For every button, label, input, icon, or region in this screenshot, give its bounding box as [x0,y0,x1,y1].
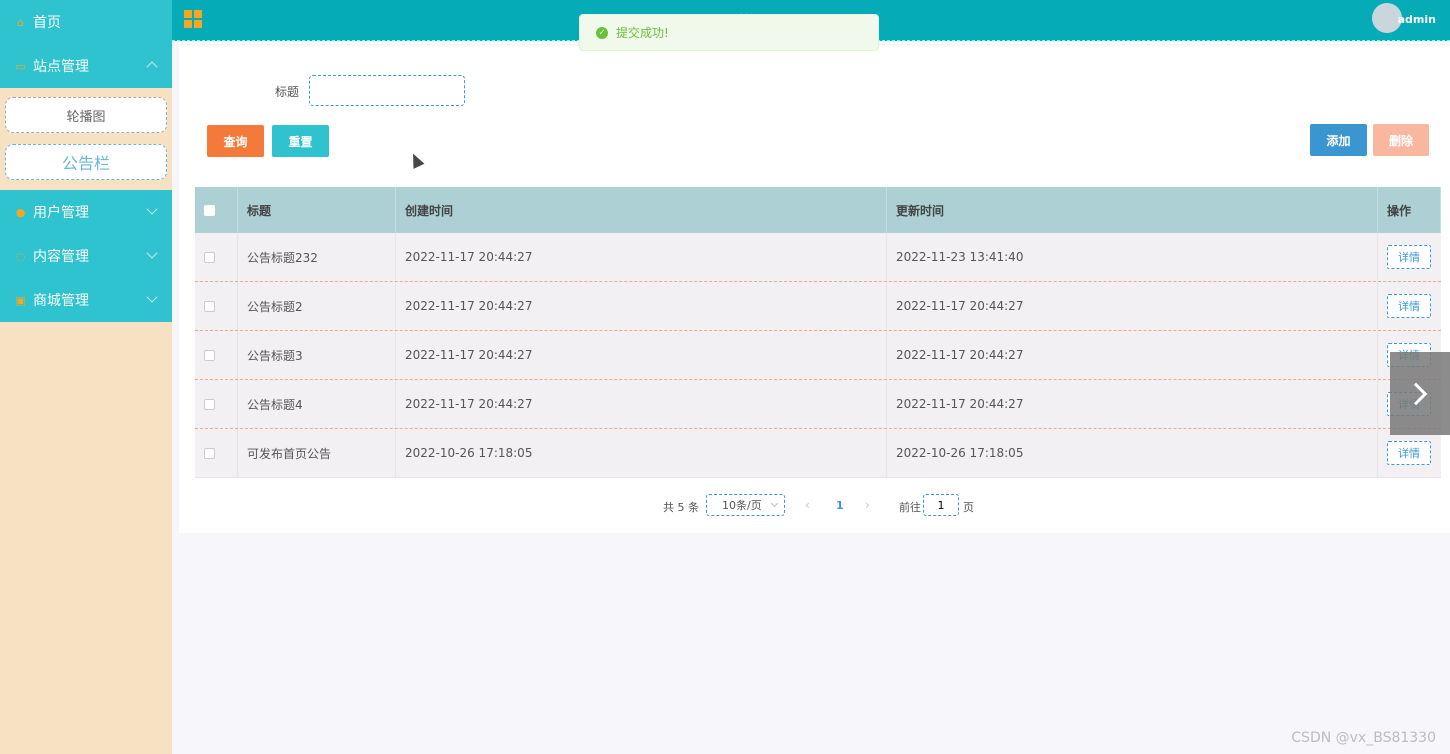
table-row: 公告标题2 2022-11-17 20:44:27 2022-11-17 20:… [195,282,1441,331]
page-size-select[interactable]: 10条/页 [706,494,785,516]
table-row: 公告标题232 2022-11-17 20:44:27 2022-11-23 1… [195,233,1441,282]
chevron-down-icon [146,203,158,215]
add-button[interactable]: 添加 [1310,124,1367,156]
table-body: 公告标题232 2022-11-17 20:44:27 2022-11-23 1… [195,233,1441,478]
submenu-item-notice-board[interactable]: 公告栏 [5,144,167,180]
cell-created: 2022-10-26 17:18:05 [396,429,887,477]
sidebar-item-site-management[interactable]: ▭ 站点管理 [0,44,172,88]
pagination: 共 5 条 10条/页 ‹ 1 › 前往 页 [179,494,1450,516]
chevron-down-icon [146,291,158,303]
prev-page-button[interactable]: ‹ [805,498,810,512]
cell-updated: 2022-11-17 20:44:27 [887,282,1378,330]
cell-created: 2022-11-17 20:44:27 [396,380,887,428]
sidebar-item-user-management[interactable]: ● 用户管理 [0,190,172,234]
watermark: CSDN @vx_BS81330 [1291,730,1436,746]
monitor-icon: ▭ [15,59,26,73]
sidebar-item-content-management[interactable]: ◌ 内容管理 [0,234,172,278]
row-checkbox[interactable] [204,447,215,459]
cell-created: 2022-11-17 20:44:27 [396,233,887,281]
cell-title: 公告标题4 [238,380,396,428]
sidebar-item-label: 站点管理 [33,59,89,75]
table-row: 公告标题4 2022-11-17 20:44:27 2022-11-17 20:… [195,380,1441,429]
reset-button[interactable]: 重置 [272,125,329,157]
site-submenu: 轮播图 公告栏 [0,88,172,190]
column-header-title: 标题 [238,187,396,233]
submenu-item-carousel[interactable]: 轮播图 [5,97,167,133]
cell-updated: 2022-11-23 13:41:40 [887,233,1378,281]
select-all-checkbox[interactable] [204,204,215,216]
home-icon: ⌂ [17,15,24,29]
sidebar-item-label: 用户管理 [33,205,89,221]
chat-icon: ◌ [15,249,26,263]
check-circle-icon: ✓ [596,26,608,39]
row-checkbox[interactable] [204,251,215,263]
column-header-updated: 更新时间 [887,187,1378,233]
toast-message: 提交成功! [616,26,669,40]
sidebar-item-home[interactable]: ⌂ 首页 [0,0,172,44]
cell-title: 公告标题3 [238,331,396,379]
column-header-created: 创建时间 [396,187,887,233]
chevron-right-icon [1404,382,1428,405]
cell-updated: 2022-10-26 17:18:05 [887,429,1378,477]
title-search-input[interactable] [309,75,465,106]
detail-button[interactable]: 详情 [1387,441,1431,465]
table-row: 公告标题3 2022-11-17 20:44:27 2022-11-17 20:… [195,331,1441,380]
next-page-button[interactable]: › [865,498,870,512]
cell-updated: 2022-11-17 20:44:27 [887,380,1378,428]
pagination-total: 共 5 条 [663,501,699,514]
page-number-current[interactable]: 1 [836,499,844,512]
main-content-card: 标题 查询 重置 添加 删除 标题 创建时间 更新时间 操作 公告标题232 2… [179,46,1450,533]
detail-button[interactable]: 详情 [1387,294,1431,318]
chevron-down-icon [770,499,779,508]
delete-button[interactable]: 删除 [1373,124,1429,156]
sidebar: ⌂ 首页 ▭ 站点管理 轮播图 公告栏 ● 用户管理 ◌ 内容管理 ▣ 商城管理 [0,0,172,754]
next-arrow-button[interactable] [1390,352,1450,435]
sidebar-item-mall-management[interactable]: ▣ 商城管理 [0,278,172,322]
row-checkbox[interactable] [204,398,215,410]
table-header: 标题 创建时间 更新时间 操作 [195,187,1441,233]
success-toast: ✓ 提交成功! [579,14,879,51]
row-checkbox[interactable] [204,300,215,312]
sidebar-item-label: 首页 [33,15,61,31]
goto-page-input[interactable] [923,494,959,516]
chevron-up-icon [146,61,158,73]
cell-created: 2022-11-17 20:44:27 [396,282,887,330]
column-header-actions: 操作 [1378,187,1441,233]
cell-updated: 2022-11-17 20:44:27 [887,331,1378,379]
detail-button[interactable]: 详情 [1387,245,1431,269]
row-checkbox[interactable] [204,349,215,361]
cell-created: 2022-11-17 20:44:27 [396,331,887,379]
page-size-value: 10条/页 [722,499,762,512]
cell-title: 可发布首页公告 [238,429,396,477]
notice-table: 标题 创建时间 更新时间 操作 公告标题232 2022-11-17 20:44… [195,187,1441,478]
cell-title: 公告标题2 [238,282,396,330]
username[interactable]: admin [1398,13,1436,26]
goto-label: 前往 [899,501,921,514]
sidebar-item-label: 内容管理 [33,249,89,265]
cell-title: 公告标题232 [238,233,396,281]
page-suffix: 页 [963,501,974,514]
query-button[interactable]: 查询 [207,125,264,157]
table-row: 可发布首页公告 2022-10-26 17:18:05 2022-10-26 1… [195,429,1441,478]
menu-grid-icon[interactable] [184,10,202,28]
chevron-down-icon [146,247,158,259]
user-icon: ● [15,205,26,219]
sidebar-item-label: 商城管理 [33,293,89,309]
search-title-label: 标题 [275,85,300,99]
shop-icon: ▣ [15,293,26,307]
